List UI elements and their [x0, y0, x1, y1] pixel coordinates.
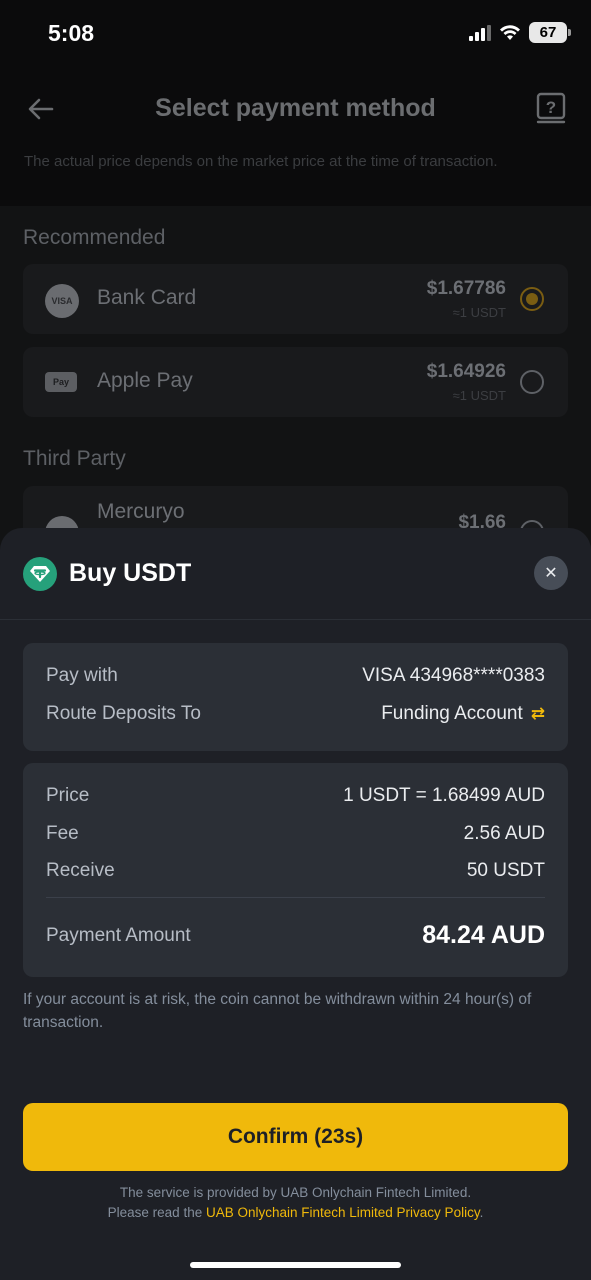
confirm-button[interactable]: Confirm (23s) — [23, 1103, 568, 1171]
provider-footer: The service is provided by UAB Onlychain… — [0, 1183, 591, 1223]
status-icons: 67 — [469, 22, 571, 43]
price-notice: The actual price depends on the market p… — [24, 153, 498, 170]
payment-method-price: $1.64926 — [426, 361, 506, 382]
buy-confirmation-sheet: Buy USDT ✕ Pay with VISA 434968****0383 … — [0, 528, 591, 1280]
payment-method-rate: ≈1 USDT — [452, 305, 506, 320]
help-icon[interactable]: ? — [535, 92, 567, 126]
apple-pay-icon: Pay — [45, 372, 77, 392]
route-deposits-label: Route Deposits To — [46, 703, 201, 724]
radio-unselected[interactable] — [520, 370, 544, 394]
visa-card-icon: VISA — [45, 284, 79, 318]
top-nav: Select payment method ? — [0, 80, 591, 140]
close-icon: ✕ — [544, 565, 558, 582]
route-deposits-value: Funding Account — [381, 703, 523, 724]
payment-method-bank-card[interactable]: VISA Bank Card $1.67786 ≈1 USDT — [23, 264, 568, 334]
payment-method-label: Bank Card — [97, 286, 197, 309]
svg-text:?: ? — [546, 98, 556, 117]
payment-method-label: Apple Pay — [97, 369, 193, 392]
footer-prefix: Please read the — [107, 1205, 206, 1220]
third-party-title: Third Party — [23, 447, 126, 470]
fee-row: Fee 2.56 AUD — [46, 823, 545, 845]
sheet-title: Buy USDT — [69, 559, 192, 587]
order-summary-card: Price 1 USDT = 1.68499 AUD Fee 2.56 AUD … — [23, 763, 568, 977]
payment-method-apple-pay[interactable]: Pay Apple Pay $1.64926 ≈1 USDT — [23, 347, 568, 417]
risk-notice: If your account is at risk, the coin can… — [23, 991, 532, 1031]
footer-provider-line: The service is provided by UAB Onlychain… — [119, 1185, 472, 1200]
route-deposits-value-wrap[interactable]: Funding Account ⇄ — [381, 703, 545, 725]
radio-selected[interactable] — [520, 287, 544, 311]
payment-details-card: Pay with VISA 434968****0383 Route Depos… — [23, 643, 568, 751]
sheet-header: Buy USDT ✕ — [0, 528, 591, 620]
privacy-policy-link[interactable]: UAB Onlychain Fintech Limited Privacy Po… — [206, 1205, 480, 1220]
swap-arrows-icon[interactable]: ⇄ — [531, 704, 545, 724]
payment-amount-value: 84.24 AUD — [422, 921, 545, 949]
recommended-title: Recommended — [23, 226, 166, 249]
price-row: Price 1 USDT = 1.68499 AUD — [46, 785, 545, 807]
footer-policy-line: Please read the UAB Onlychain Fintech Li… — [0, 1203, 591, 1223]
close-button[interactable]: ✕ — [534, 556, 568, 590]
status-time: 5:08 — [48, 20, 95, 46]
battery-indicator: 67 — [529, 22, 571, 43]
signal-icon — [469, 24, 491, 41]
footer-suffix: . — [479, 1205, 484, 1220]
receive-value: 50 USDT — [466, 860, 545, 881]
payment-amount-label: Payment Amount — [46, 924, 191, 946]
fee-value: 2.56 AUD — [463, 823, 545, 844]
receive-row: Receive 50 USDT — [46, 860, 545, 882]
status-bar: 5:08 67 — [0, 0, 591, 70]
pay-with-value: VISA 434968****0383 — [362, 665, 545, 686]
pay-with-label: Pay with — [46, 665, 118, 686]
payment-amount-row: Payment Amount 84.24 AUD — [46, 921, 545, 950]
price-label: Price — [46, 785, 90, 806]
payment-method-price: $1.67786 — [426, 278, 506, 299]
summary-divider — [46, 897, 545, 898]
price-value: 1 USDT = 1.68499 AUD — [343, 785, 545, 806]
home-indicator — [190, 1262, 401, 1268]
usdt-tether-icon — [23, 557, 57, 591]
payment-method-rate: ≈1 USDT — [452, 388, 506, 403]
route-deposits-row[interactable]: Route Deposits To Funding Account ⇄ — [46, 703, 545, 725]
page-title: Select payment method — [155, 94, 436, 122]
fee-label: Fee — [46, 823, 79, 844]
wifi-icon — [500, 25, 520, 40]
payment-method-label: Mercuryo — [97, 500, 185, 523]
receive-label: Receive — [46, 860, 115, 881]
pay-with-row: Pay with VISA 434968****0383 — [46, 665, 545, 687]
